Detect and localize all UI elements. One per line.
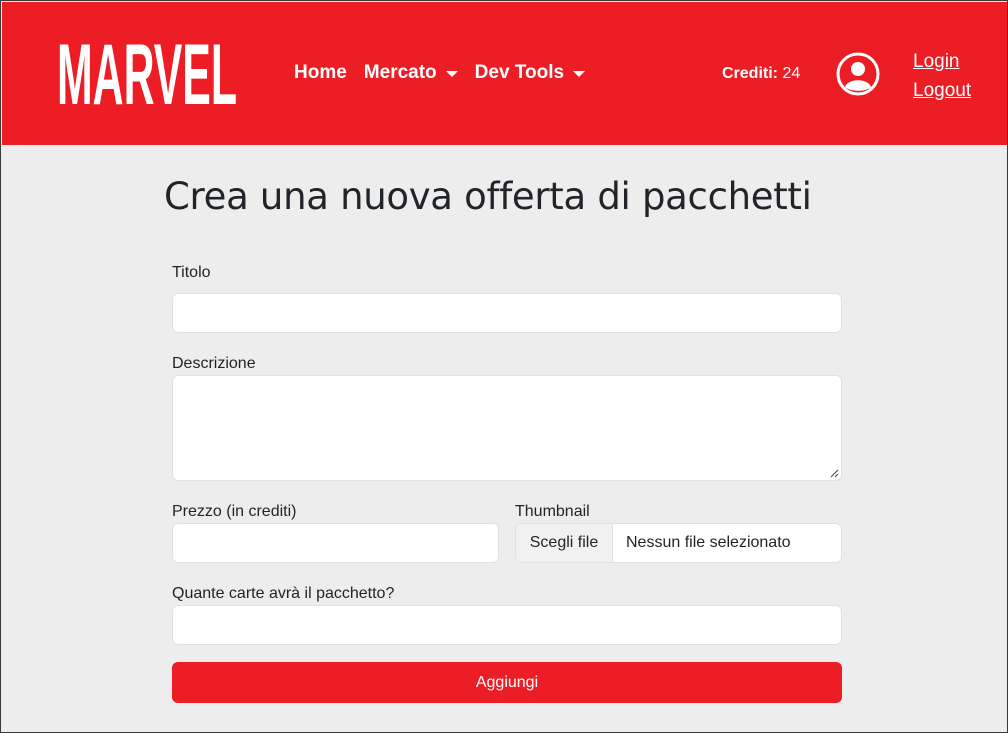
page-title: Crea una nuova offerta di pacchetti: [164, 175, 812, 218]
marvel-logo-text: MARVEL: [57, 38, 237, 108]
resize-grip-icon[interactable]: [829, 468, 839, 478]
cards-count-input[interactable]: [172, 605, 842, 645]
app-window: MARVEL Home Mercato Dev Tools Crediti: 2…: [0, 0, 1008, 733]
nav-market-label: Mercato: [363, 62, 437, 83]
auth-links: Login Logout: [913, 47, 971, 105]
marvel-logo-icon: MARVEL: [56, 38, 238, 108]
description-textarea[interactable]: [172, 375, 842, 481]
caret-down-icon: [445, 71, 458, 77]
thumbnail-label: Thumbnail: [515, 503, 590, 520]
nav-market-dropdown[interactable]: Mercato: [364, 62, 458, 84]
nav-home[interactable]: Home: [294, 62, 347, 84]
title-input[interactable]: [172, 293, 842, 333]
nav-dev-tools-label: Dev Tools: [474, 62, 565, 83]
description-label: Descrizione: [172, 355, 256, 372]
navbar: MARVEL Home Mercato Dev Tools Crediti: 2…: [2, 2, 1007, 145]
price-label: Prezzo (in crediti): [172, 503, 297, 520]
caret-down-icon: [573, 71, 586, 77]
file-status: Nessun file selezionato: [626, 534, 791, 551]
credits-label: Crediti:: [722, 65, 778, 82]
nav-dev-tools-dropdown[interactable]: Dev Tools: [474, 62, 586, 84]
credits-value: 24: [782, 65, 801, 82]
marvel-logo[interactable]: MARVEL: [56, 38, 238, 110]
user-circle-icon[interactable]: [836, 52, 880, 96]
credits-display: Crediti: 24: [722, 65, 800, 83]
choose-file-button[interactable]: Scegli file: [516, 524, 613, 562]
cards-count-label: Quante carte avrà il pacchetto?: [172, 585, 395, 602]
add-button[interactable]: Aggiungi: [172, 662, 842, 703]
login-link[interactable]: Login: [913, 47, 971, 76]
price-input[interactable]: [172, 523, 499, 563]
title-label: Titolo: [172, 264, 211, 281]
logout-link[interactable]: Logout: [913, 76, 971, 105]
nav-home-label: Home: [294, 62, 347, 83]
thumbnail-file-input[interactable]: Scegli file Nessun file selezionato: [515, 523, 842, 563]
main-nav: Home Mercato Dev Tools: [294, 62, 602, 84]
